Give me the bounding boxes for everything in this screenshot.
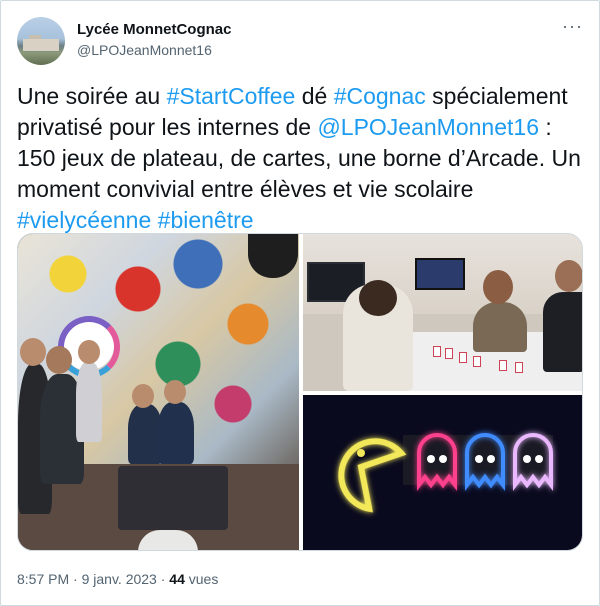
- author-name[interactable]: Lycée MonnetCognac: [77, 21, 231, 38]
- hashtag-bienetre[interactable]: #bienêtre: [158, 207, 254, 233]
- mention-lpojeanmonnet16[interactable]: @LPOJeanMonnet16: [317, 114, 539, 140]
- separator: ·: [156, 571, 170, 587]
- photo-neon-pacman[interactable]: [303, 395, 582, 550]
- hashtag-startcoffee[interactable]: #StartCoffee: [167, 83, 296, 109]
- tweet-text-segment: dé: [295, 83, 334, 109]
- tweet-text: Une soirée au #StartCoffee dé #Cognac sp…: [17, 81, 587, 236]
- more-icon[interactable]: ···: [562, 17, 583, 35]
- hashtag-vielyceenne[interactable]: #vielycéenne: [17, 207, 151, 233]
- photo-game-table[interactable]: [303, 234, 582, 391]
- media-grid: [17, 233, 583, 551]
- tweet-time[interactable]: 8:57 PM: [17, 571, 69, 587]
- views-count: 44: [169, 571, 185, 587]
- hashtag-cognac[interactable]: #Cognac: [334, 83, 426, 109]
- tweet-meta: 8:57 PM · 9 janv. 2023 · 44 vues: [17, 571, 218, 587]
- author-handle[interactable]: @LPOJeanMonnet16: [77, 42, 212, 58]
- tweet-text-segment: Une soirée au: [17, 83, 167, 109]
- avatar[interactable]: [17, 17, 65, 65]
- separator: ·: [69, 571, 82, 587]
- tweet-card: Lycée MonnetCognac @LPOJeanMonnet16 ··· …: [0, 0, 600, 606]
- views-label: vues: [184, 571, 219, 587]
- photo-mural-room[interactable]: [18, 234, 299, 550]
- tweet-date[interactable]: 9 janv. 2023: [82, 571, 157, 587]
